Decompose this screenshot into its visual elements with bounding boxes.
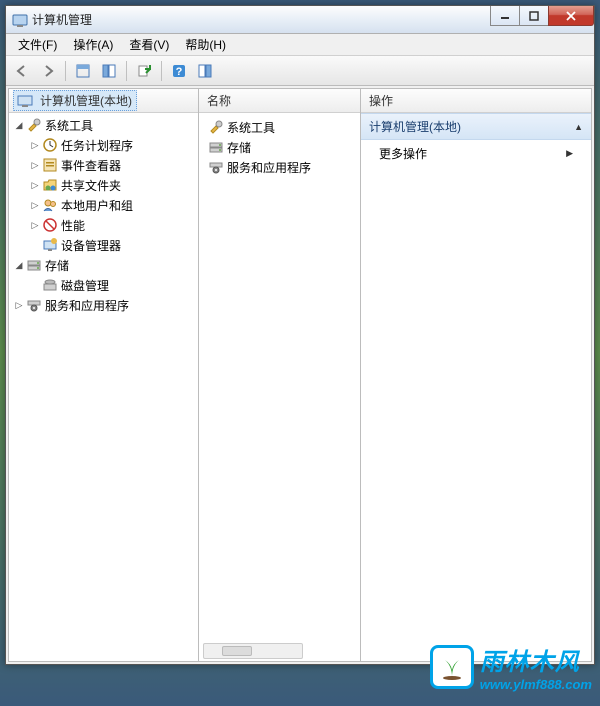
expander-icon[interactable]: ▷: [29, 140, 41, 151]
horizontal-scrollbar[interactable]: [203, 643, 303, 659]
disk-management-icon: [42, 277, 58, 293]
tree-event-viewer[interactable]: ▷ 事件查看器: [11, 155, 196, 175]
tree-pane: 计算机管理(本地) ◢ 系统工具 ▷ 任务计划程序 ▷ 事件查看器: [9, 89, 199, 661]
expander-icon[interactable]: ▷: [29, 200, 41, 211]
users-icon: [42, 197, 58, 213]
tree-label: 共享文件夹: [61, 177, 121, 194]
event-viewer-icon: [42, 157, 58, 173]
help-button[interactable]: ?: [167, 59, 191, 83]
tree-label: 任务计划程序: [61, 137, 133, 154]
tree-label: 磁盘管理: [61, 277, 109, 294]
menu-help[interactable]: 帮助(H): [177, 34, 234, 55]
tree-label: 服务和应用程序: [45, 297, 129, 314]
list-item-storage[interactable]: 存储: [201, 137, 358, 157]
collapse-icon[interactable]: ▲: [574, 122, 583, 132]
tree-shared-folders[interactable]: ▷ 共享文件夹: [11, 175, 196, 195]
watermark-url: www.ylmf888.com: [480, 677, 592, 692]
services-apps-icon: [208, 159, 224, 175]
menu-action[interactable]: 操作(A): [65, 34, 121, 55]
list-pane: 名称 系统工具 存储 服务和应用程序: [199, 89, 361, 661]
storage-icon: [208, 139, 224, 155]
clock-icon: [42, 137, 58, 153]
list-item-label: 系统工具: [227, 119, 275, 136]
forward-button[interactable]: [36, 59, 60, 83]
actions-header: 操作: [361, 89, 591, 113]
expander-icon[interactable]: ▷: [29, 180, 41, 191]
system-tools-icon: [208, 119, 224, 135]
tree-pane-header: 计算机管理(本地): [9, 89, 198, 113]
back-button[interactable]: [10, 59, 34, 83]
tree-label: 性能: [61, 217, 85, 234]
action-group-label: 计算机管理(本地): [369, 118, 461, 135]
window-title: 计算机管理: [32, 11, 491, 28]
system-tools-icon: [26, 117, 42, 133]
tree-system-tools[interactable]: ◢ 系统工具: [11, 115, 196, 135]
tree-services-apps[interactable]: ▷ 服务和应用程序: [11, 295, 196, 315]
navigation-tree: ◢ 系统工具 ▷ 任务计划程序 ▷ 事件查看器 ▷ 共享文件夹: [9, 113, 198, 661]
toolbar-separator: [65, 61, 66, 81]
device-manager-icon: [42, 237, 58, 253]
list-item-label: 存储: [227, 139, 251, 156]
menubar: 文件(F) 操作(A) 查看(V) 帮助(H): [6, 34, 594, 56]
tree-label: 事件查看器: [61, 157, 121, 174]
submenu-icon: ▶: [566, 148, 573, 159]
list-item-services-apps[interactable]: 服务和应用程序: [201, 157, 358, 177]
menu-file[interactable]: 文件(F): [10, 34, 65, 55]
content-area: 计算机管理(本地) ◢ 系统工具 ▷ 任务计划程序 ▷ 事件查看器: [8, 88, 592, 662]
list-item-system-tools[interactable]: 系统工具: [201, 117, 358, 137]
titlebar[interactable]: 计算机管理: [6, 6, 594, 34]
tree-root-selected[interactable]: 计算机管理(本地): [13, 90, 137, 111]
tree-label: 存储: [45, 257, 69, 274]
show-hide-tree-button[interactable]: [97, 59, 121, 83]
expander-icon[interactable]: ◢: [13, 260, 25, 271]
shared-folders-icon: [42, 177, 58, 193]
tree-label: 系统工具: [45, 117, 93, 134]
storage-icon: [26, 257, 42, 273]
expander-icon[interactable]: ▷: [13, 300, 25, 311]
toolbar-separator: [126, 61, 127, 81]
action-more[interactable]: 更多操作 ▶: [361, 140, 591, 167]
tree-root-label: 计算机管理(本地): [40, 92, 132, 109]
maximize-button[interactable]: [519, 6, 549, 26]
action-label: 更多操作: [379, 145, 427, 162]
tree-task-scheduler[interactable]: ▷ 任务计划程序: [11, 135, 196, 155]
services-apps-icon: [26, 297, 42, 313]
computer-management-icon: [17, 93, 33, 109]
tree-label: 本地用户和组: [61, 197, 133, 214]
up-button[interactable]: [71, 59, 95, 83]
export-button[interactable]: [132, 59, 156, 83]
minimize-button[interactable]: [490, 6, 520, 26]
expander-icon[interactable]: ▷: [29, 220, 41, 231]
list-header-name[interactable]: 名称: [199, 89, 360, 113]
actions-pane: 操作 计算机管理(本地) ▲ 更多操作 ▶: [361, 89, 591, 661]
list-item-label: 服务和应用程序: [227, 159, 311, 176]
list-view: 系统工具 存储 服务和应用程序: [199, 113, 360, 661]
toolbar-separator: [161, 61, 162, 81]
tree-device-manager[interactable]: 设备管理器: [11, 235, 196, 255]
actions-list: 计算机管理(本地) ▲ 更多操作 ▶: [361, 113, 591, 661]
tree-storage[interactable]: ◢ 存储: [11, 255, 196, 275]
close-button[interactable]: [548, 6, 594, 26]
action-group-header[interactable]: 计算机管理(本地) ▲: [361, 113, 591, 140]
tree-disk-management[interactable]: 磁盘管理: [11, 275, 196, 295]
toolbar: ?: [6, 56, 594, 86]
computer-management-window: 计算机管理 文件(F) 操作(A) 查看(V) 帮助(H) ? 计算机管理(本地: [5, 5, 595, 665]
app-icon: [12, 12, 28, 28]
tree-label: 设备管理器: [61, 237, 121, 254]
scrollbar-thumb[interactable]: [222, 646, 252, 656]
performance-icon: [42, 217, 58, 233]
svg-text:?: ?: [176, 66, 183, 78]
window-buttons: [491, 6, 594, 26]
tree-local-users[interactable]: ▷ 本地用户和组: [11, 195, 196, 215]
tree-performance[interactable]: ▷ 性能: [11, 215, 196, 235]
expander-icon[interactable]: ◢: [13, 120, 25, 131]
menu-view[interactable]: 查看(V): [121, 34, 177, 55]
show-action-pane-button[interactable]: [193, 59, 217, 83]
expander-icon[interactable]: ▷: [29, 160, 41, 171]
